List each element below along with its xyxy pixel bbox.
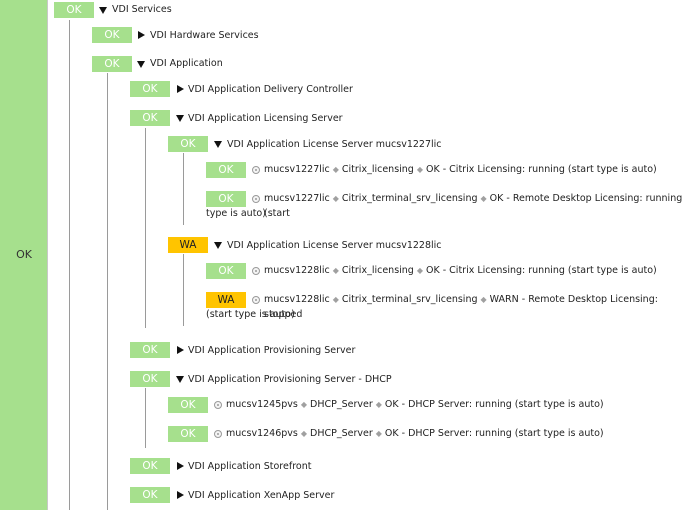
expand-triangle-icon[interactable] [177,85,184,93]
check-host: mucsv1246pvs [226,428,298,439]
separator-dot: ◆ [332,295,339,304]
provisioning-status-badge[interactable]: OK [130,342,170,358]
separator-dot: ◆ [332,266,339,275]
licensing-label[interactable]: VDI Application Licensing Server [188,113,343,124]
collapse-triangle-icon[interactable] [176,376,184,383]
license-server-1-status-badge[interactable]: OK [168,136,208,152]
check-service: Citrix_terminal_srv_licensing [341,294,478,305]
service-icon [252,166,260,174]
separator-dot: ◆ [480,194,487,203]
check-service: DHCP_Server [310,428,373,439]
check-service: DHCP_Server [310,399,373,410]
delivery-controller-label[interactable]: VDI Application Delivery Controller [188,84,353,95]
collapse-triangle-icon[interactable] [176,115,184,122]
separator-dot: ◆ [332,165,339,174]
provisioning-dhcp-label[interactable]: VDI Application Provisioning Server - DH… [188,374,392,385]
separator-dot: ◆ [480,295,487,304]
application-label[interactable]: VDI Application [150,58,223,69]
check-status-badge[interactable]: OK [168,397,208,413]
service-icon [252,195,260,203]
services-status-badge[interactable]: OK [54,2,94,18]
application-status-badge[interactable]: OK [92,56,132,72]
tree-line-server1 [183,153,184,225]
expand-triangle-icon[interactable] [177,491,184,499]
service-check-row[interactable]: mucsv1227lic ◆ Citrix_licensing ◆ OK - Citri… [264,162,694,177]
service-check-row[interactable]: mucsv1228lic ◆ Citrix_licensing ◆ OK - Citri… [264,263,694,278]
license-server-1-label[interactable]: VDI Application License Server mucsv1227… [227,139,442,150]
root-status-label: OK [16,248,32,261]
separator-dot: ◆ [300,400,308,409]
tree-line-services [69,20,70,510]
check-host: mucsv1228lic [264,294,330,305]
provisioning-label[interactable]: VDI Application Provisioning Server [188,345,355,356]
collapse-triangle-icon[interactable] [214,242,222,249]
tree-line-licensing [145,128,146,328]
collapse-triangle-icon[interactable] [214,141,222,148]
check-output: OK - DHCP Server: running (start type is… [384,399,604,410]
tree-line-application [107,73,108,510]
service-check-row[interactable]: mucsv1228lic ◆ Citrix_terminal_srv_licensi… [264,292,694,322]
check-status-badge[interactable]: WA [206,292,246,308]
service-check-row[interactable]: mucsv1227lic ◆ Citrix_terminal_srv_licensi… [264,191,694,221]
separator-dot: ◆ [332,194,339,203]
license-server-2-status-badge[interactable]: WA [168,237,208,253]
tree-line-dhcp [145,388,146,448]
tree-line-server2 [183,254,184,326]
hardware-status-badge[interactable]: OK [92,27,132,43]
check-service: Citrix_licensing [341,265,414,276]
licensing-status-badge[interactable]: OK [130,110,170,126]
check-status-badge[interactable]: OK [206,263,246,279]
check-status-badge[interactable]: OK [168,426,208,442]
hardware-label[interactable]: VDI Hardware Services [150,30,259,41]
services-label[interactable]: VDI Services [112,4,172,15]
check-status-badge[interactable]: OK [206,191,246,207]
check-host: mucsv1245pvs [226,399,298,410]
collapse-triangle-icon[interactable] [99,7,107,14]
storefront-label[interactable]: VDI Application Storefront [188,461,311,472]
check-output-continued: (start type is auto) [206,309,295,320]
check-output: OK - Citrix Licensing: running (start ty… [426,164,657,175]
service-check-row[interactable]: mucsv1245pvs ◆ DHCP_Server ◆ OK - DHCP Serve… [226,397,694,412]
license-server-2-label[interactable]: VDI Application License Server mucsv1228… [227,240,442,251]
check-output: OK - DHCP Server: running (start type is… [384,428,604,439]
collapse-triangle-icon[interactable] [137,61,145,68]
expand-triangle-icon[interactable] [177,346,184,354]
check-output: OK - Citrix Licensing: running (start ty… [426,265,657,276]
check-service: Citrix_terminal_srv_licensing [341,193,478,204]
check-service: Citrix_licensing [341,164,414,175]
separator-dot: ◆ [416,165,423,174]
provisioning-dhcp-status-badge[interactable]: OK [130,371,170,387]
service-icon [214,430,222,438]
xenapp-status-badge[interactable]: OK [130,487,170,503]
separator-dot: ◆ [416,266,423,275]
service-check-row[interactable]: mucsv1246pvs ◆ DHCP_Server ◆ OK - DHCP Serve… [226,426,694,441]
service-icon [214,401,222,409]
check-host: mucsv1227lic [264,193,330,204]
check-output-continued: type is auto) [206,208,266,219]
root-status-column[interactable]: OK [0,0,48,510]
expand-triangle-icon[interactable] [177,462,184,470]
check-host: mucsv1228lic [264,265,330,276]
service-icon [252,267,260,275]
expand-triangle-icon[interactable] [138,31,145,39]
delivery-controller-status-badge[interactable]: OK [130,81,170,97]
separator-dot: ◆ [375,400,382,409]
separator-dot: ◆ [375,429,382,438]
check-host: mucsv1227lic [264,164,330,175]
storefront-status-badge[interactable]: OK [130,458,170,474]
service-icon [252,296,260,304]
check-status-badge[interactable]: OK [206,162,246,178]
xenapp-label[interactable]: VDI Application XenApp Server [188,490,334,501]
separator-dot: ◆ [300,429,308,438]
